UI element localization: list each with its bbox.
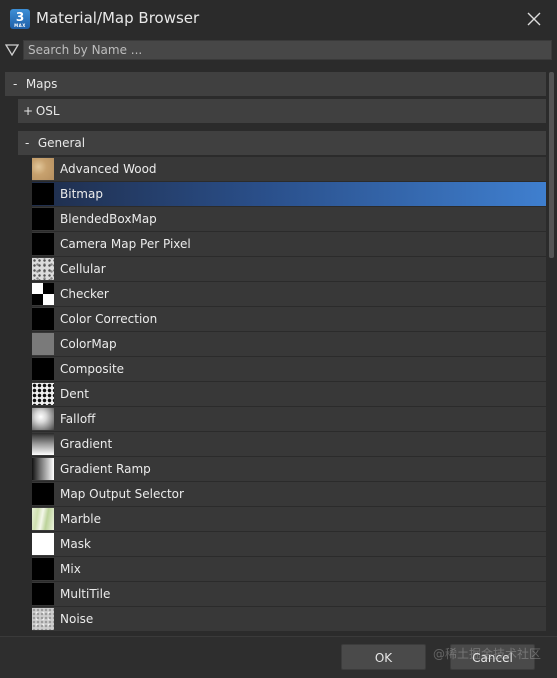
tree-group-maps[interactable]: - Maps: [5, 72, 546, 96]
black-swatch-icon: [32, 308, 54, 330]
map-list-item[interactable]: Gradient Ramp: [32, 457, 546, 481]
gradient-swatch-icon: [32, 433, 54, 455]
map-item-label: Noise: [60, 612, 94, 626]
map-list-item[interactable]: Marble: [32, 507, 546, 531]
map-item-label: Falloff: [60, 412, 96, 426]
map-item-label: Mask: [60, 537, 91, 551]
map-list-item[interactable]: Advanced Wood: [32, 157, 546, 181]
map-list-item[interactable]: Camera Map Per Pixel: [32, 232, 546, 256]
map-list-item[interactable]: BlendedBoxMap: [32, 207, 546, 231]
map-item-label: Checker: [60, 287, 109, 301]
map-list-item[interactable]: Gradient: [32, 432, 546, 456]
map-list-item[interactable]: Composite: [32, 357, 546, 381]
gray-swatch-icon: [32, 333, 54, 355]
noise-swatch-icon: [32, 608, 54, 630]
map-item-label: Camera Map Per Pixel: [60, 237, 191, 251]
map-item-label: Dent: [60, 387, 89, 401]
black-swatch-icon: [32, 358, 54, 380]
black-swatch-icon: [32, 183, 54, 205]
map-item-label: BlendedBoxMap: [60, 212, 157, 226]
marble-swatch-icon: [32, 508, 54, 530]
map-list-item[interactable]: Mix: [32, 557, 546, 581]
app-icon-number: 3: [15, 10, 25, 24]
dialog-footer: OK Cancel @稀土掘金技术社区: [0, 636, 557, 678]
search-input[interactable]: [23, 40, 552, 60]
scrollbar-thumb[interactable]: [549, 72, 554, 258]
falloff-swatch-icon: [32, 408, 54, 430]
map-list-item[interactable]: Mask: [32, 532, 546, 556]
window-title: Material/Map Browser: [36, 9, 200, 27]
black-swatch-icon: [32, 583, 54, 605]
map-item-label: Bitmap: [60, 187, 103, 201]
tree-group-label: General: [37, 136, 86, 150]
vertical-scrollbar[interactable]: [546, 68, 557, 634]
map-list-item[interactable]: ColorMap: [32, 332, 546, 356]
map-list-item[interactable]: Map Output Selector: [32, 482, 546, 506]
map-item-label: Map Output Selector: [60, 487, 184, 501]
ok-button[interactable]: OK: [341, 644, 426, 670]
map-tree-list: - Maps + OSL - General Advanced Wood Bitm…: [3, 68, 546, 634]
dent-swatch-icon: [32, 383, 54, 405]
map-list-item[interactable]: Color Correction: [32, 307, 546, 331]
map-item-label: Mix: [60, 562, 81, 576]
map-item-label: Composite: [60, 362, 125, 376]
map-list-item[interactable]: Checker: [32, 282, 546, 306]
close-button[interactable]: [511, 0, 557, 38]
map-item-label: ColorMap: [60, 337, 117, 351]
collapse-toggle[interactable]: -: [25, 131, 34, 155]
tree-group-label: Maps: [25, 77, 58, 91]
map-list-item[interactable]: Cellular: [32, 257, 546, 281]
app-icon-caption: MAX: [14, 23, 26, 28]
title-bar: 3 MAX Material/Map Browser: [0, 0, 557, 38]
cellular-swatch-icon: [32, 258, 54, 280]
expand-toggle[interactable]: +: [23, 99, 33, 123]
tree-group-osl[interactable]: + OSL: [18, 99, 546, 123]
tree-group-label: OSL: [35, 104, 60, 118]
black-swatch-icon: [32, 208, 54, 230]
map-item-label: Gradient Ramp: [60, 462, 151, 476]
black-swatch-icon: [32, 558, 54, 580]
filter-dropdown-icon[interactable]: [5, 44, 19, 56]
map-list-item[interactable]: Falloff: [32, 407, 546, 431]
3ds-max-app-icon: 3 MAX: [10, 9, 30, 29]
map-item-label: Gradient: [60, 437, 113, 451]
map-item-label: Cellular: [60, 262, 106, 276]
white-swatch-icon: [32, 533, 54, 555]
checker-swatch-icon: [32, 283, 54, 305]
close-icon: [527, 12, 541, 26]
wood-swatch-icon: [32, 158, 54, 180]
search-bar: [0, 39, 557, 61]
watermark-text: @稀土掘金技术社区: [433, 647, 542, 661]
map-list-item[interactable]: Noise: [32, 607, 546, 631]
map-item-label: Advanced Wood: [60, 162, 157, 176]
map-item-label: Color Correction: [60, 312, 158, 326]
map-item-label: Marble: [60, 512, 101, 526]
map-list-item[interactable]: MultiTile: [32, 582, 546, 606]
tree-group-general[interactable]: - General: [18, 131, 546, 155]
map-list-item[interactable]: Dent: [32, 382, 546, 406]
collapse-toggle[interactable]: -: [13, 72, 22, 96]
gradient-ramp-swatch-icon: [32, 458, 54, 480]
map-list-item[interactable]: Bitmap: [32, 182, 546, 206]
black-swatch-icon: [32, 483, 54, 505]
map-item-label: MultiTile: [60, 587, 111, 601]
black-swatch-icon: [32, 233, 54, 255]
